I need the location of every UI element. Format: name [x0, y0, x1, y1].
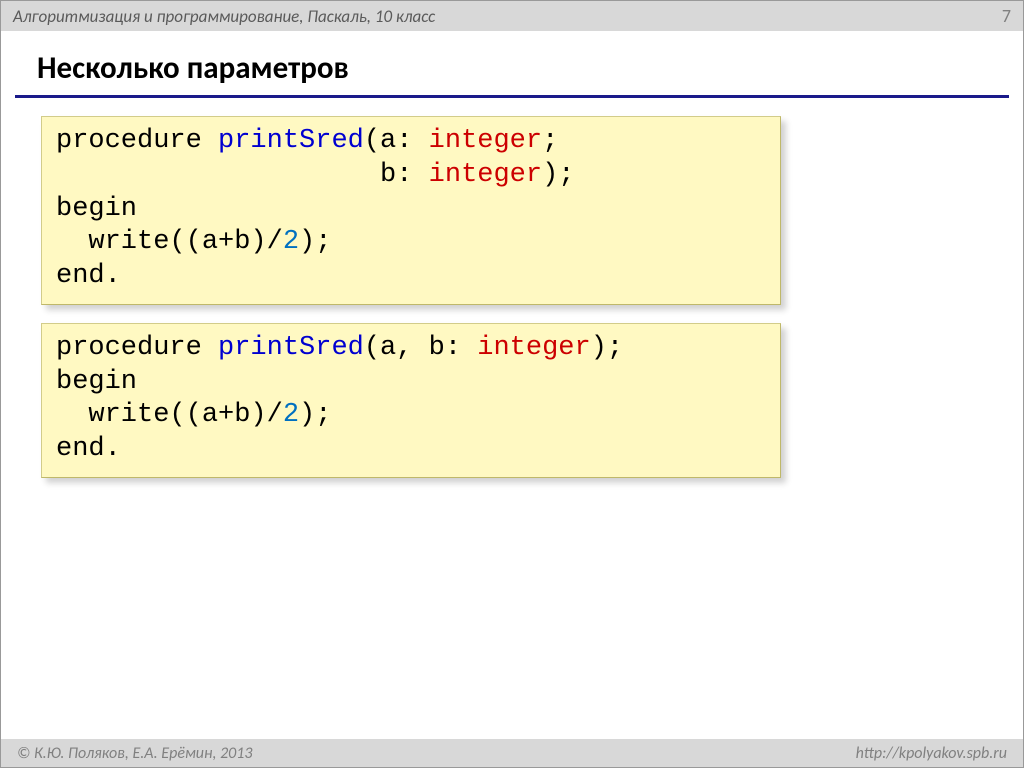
code-number: 2	[283, 400, 299, 430]
slide-title: Несколько параметров	[37, 49, 1023, 87]
code-text: );	[299, 227, 331, 257]
code-text: ;	[542, 126, 558, 156]
page-number: 7	[1002, 5, 1011, 27]
code-text: procedure	[56, 333, 218, 363]
code-number: 2	[283, 227, 299, 257]
title-divider	[15, 95, 1009, 98]
code-text: b:	[56, 160, 429, 190]
code-text: );	[591, 333, 623, 363]
code-type: integer	[429, 160, 542, 190]
code-block-2: procedure printSred(a, b: integer); begi…	[41, 323, 781, 478]
code-text: begin	[56, 194, 137, 224]
code-text: (a, b:	[364, 333, 477, 363]
code-text: write((a+b)/	[56, 400, 283, 430]
code-text: end.	[56, 434, 121, 464]
code-text: write((a+b)/	[56, 227, 283, 257]
code-text: );	[299, 400, 331, 430]
header-bar: Алгоритмизация и программирование, Паска…	[1, 1, 1023, 31]
code-text: end.	[56, 261, 121, 291]
code-block-1: procedure printSred(a: integer; b: integ…	[41, 116, 781, 305]
footer-url: http://kpolyakov.spb.ru	[856, 744, 1007, 763]
footer-bar: © К.Ю. Поляков, Е.А. Ерёмин, 2013 http:/…	[1, 739, 1023, 767]
slide: Алгоритмизация и программирование, Паска…	[0, 0, 1024, 768]
code-text: );	[542, 160, 574, 190]
code-type: integer	[477, 333, 590, 363]
footer-copyright: © К.Ю. Поляков, Е.А. Ерёмин, 2013	[17, 744, 253, 763]
header-subject: Алгоритмизация и программирование, Паска…	[13, 6, 435, 27]
code-text: (a:	[364, 126, 429, 156]
code-text: procedure	[56, 126, 218, 156]
code-procname: printSred	[218, 333, 364, 363]
code-procname: printSred	[218, 126, 364, 156]
code-type: integer	[429, 126, 542, 156]
code-text: begin	[56, 367, 137, 397]
